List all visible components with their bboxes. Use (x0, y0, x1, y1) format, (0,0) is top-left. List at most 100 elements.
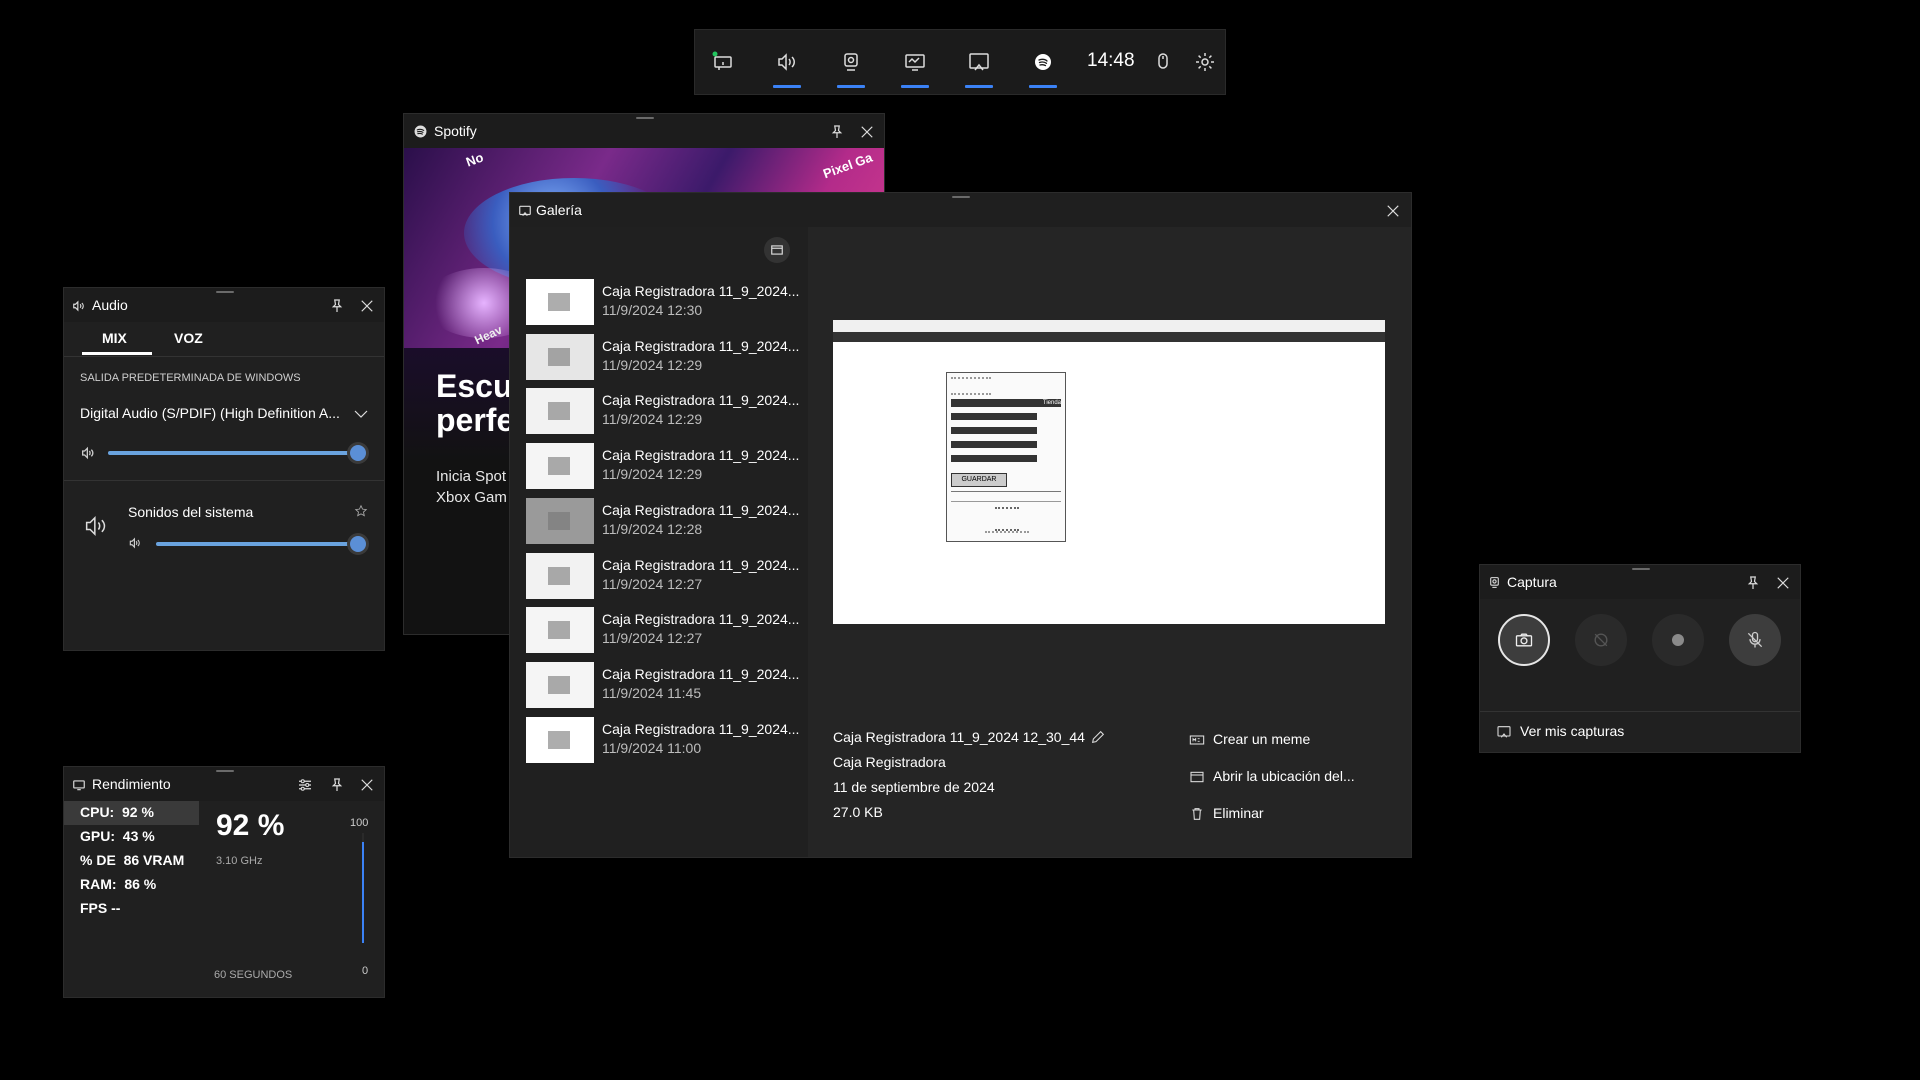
open-folder-button[interactable] (764, 237, 790, 263)
drag-handle[interactable] (636, 117, 654, 119)
gallery-detail-panel: Tienda GUARDAR Caja Registradora 11_9_20… (808, 227, 1411, 857)
stat-fps[interactable]: FPS -- (80, 900, 120, 916)
close-icon[interactable] (358, 776, 376, 794)
divider (64, 480, 384, 481)
favorite-star-icon[interactable] (354, 504, 368, 518)
gallery-item[interactable]: Caja Registradora 11_9_2024... 11/9/2024 … (526, 496, 799, 546)
active-indicator (1029, 85, 1057, 88)
stat-ram[interactable]: RAM: 86 % (80, 876, 156, 892)
master-volume-knob[interactable] (350, 445, 366, 461)
audio-widget-button[interactable] (767, 42, 807, 88)
cpu-frequency: 3.10 GHz (216, 855, 263, 867)
gallery-icon (1497, 726, 1511, 738)
gallery-item[interactable]: Caja Registradora 11_9_2024... 11/9/2024 … (526, 715, 799, 765)
preview-divider (951, 491, 1061, 492)
record-button[interactable] (1652, 614, 1704, 666)
tab-mix[interactable]: MIX (102, 330, 127, 346)
drag-handle[interactable] (952, 196, 970, 198)
divider (1480, 711, 1800, 712)
pin-icon[interactable] (328, 297, 346, 315)
mic-off-icon (1747, 631, 1763, 648)
delete-button[interactable]: Eliminar (1192, 805, 1264, 821)
gallery-item[interactable]: Caja Registradora 11_9_2024... 11/9/2024 … (526, 551, 799, 601)
gallery-thumbnail (526, 497, 594, 544)
pin-icon[interactable] (828, 123, 846, 141)
spotify-titlebar[interactable]: Spotify (404, 114, 884, 148)
preview-form: Tienda GUARDAR (946, 372, 1066, 542)
close-icon[interactable] (1384, 202, 1402, 220)
gallery-window: Galería Caja Registradora 11_9_2024... 11… (509, 192, 1412, 858)
stat-cpu[interactable]: CPU: 92 % (80, 804, 154, 820)
edit-pencil-icon[interactable] (1090, 729, 1106, 745)
options-icon[interactable] (296, 776, 314, 794)
graph-line (362, 841, 364, 943)
gallery-thumbnail (526, 552, 594, 599)
file-size: 27.0 KB (833, 804, 883, 820)
performance-widget-button[interactable] (895, 42, 935, 88)
record-last-button[interactable] (1575, 614, 1627, 666)
pin-icon[interactable] (328, 776, 346, 794)
open-location-button[interactable]: Abrir la ubicación del... (1190, 768, 1355, 784)
see-captures-link[interactable]: Ver mis capturas (1497, 723, 1624, 739)
divider (64, 356, 384, 357)
stat-gpu[interactable]: GPU: 43 % (80, 828, 155, 844)
gallery-item[interactable]: Caja Registradora 11_9_2024... 11/9/2024 … (526, 660, 799, 710)
action-label: Crear un meme (1213, 731, 1311, 747)
performance-widget: Rendimiento CPU: 92 % GPU: 43 % % DE 86 … (63, 766, 385, 998)
chevron-down-icon[interactable] (352, 405, 370, 423)
active-indicator (901, 85, 929, 88)
screenshot-button[interactable] (1498, 614, 1550, 666)
preview-totals (995, 507, 1019, 531)
spotify-widget-button[interactable] (1023, 42, 1063, 88)
gallery-item-date: 11/9/2024 12:29 (602, 356, 703, 373)
gallery-item[interactable]: Caja Registradora 11_9_2024... 11/9/2024 … (526, 386, 799, 436)
stat-vram[interactable]: % DE 86 VRAM (80, 852, 184, 868)
mic-toggle-button[interactable] (1729, 614, 1781, 666)
preview-field: Tienda (951, 399, 1061, 407)
action-label: Eliminar (1213, 805, 1264, 821)
drag-handle[interactable] (216, 770, 234, 772)
capture-titlebar[interactable]: Captura (1480, 565, 1800, 599)
performance-titlebar[interactable]: Rendimiento (64, 767, 384, 801)
widget-menu-button[interactable] (703, 42, 743, 82)
app-volume-knob[interactable] (350, 536, 366, 552)
master-volume-slider[interactable] (108, 451, 358, 455)
mouse-button[interactable] (1143, 42, 1183, 82)
gallery-item[interactable]: Caja Registradora 11_9_2024... 11/9/2024 … (526, 441, 799, 491)
settings-button[interactable] (1185, 42, 1225, 82)
widget-menu-icon (712, 51, 732, 70)
speaker-icon (85, 516, 106, 536)
screenshot-preview[interactable]: Tienda GUARDAR (833, 320, 1385, 624)
thumbnail-content (548, 457, 570, 476)
pin-icon[interactable] (1744, 574, 1762, 592)
app-volume-slider[interactable] (156, 542, 358, 546)
camera-icon (1515, 633, 1533, 647)
gallery-item[interactable]: Caja Registradora 11_9_2024... 11/9/2024 … (526, 605, 799, 655)
game-bar-top: 14:48 (694, 29, 1226, 95)
spotify-text: Inicia Spot Xbox Gam (436, 466, 507, 508)
stat-label: CPU: (80, 804, 115, 820)
audio-titlebar[interactable]: Audio (64, 288, 384, 322)
close-icon[interactable] (858, 123, 876, 141)
banner-text: Pixel Ga (820, 149, 875, 182)
drag-handle[interactable] (216, 291, 234, 293)
gallery-item[interactable]: Caja Registradora 11_9_2024... 11/9/2024 … (526, 332, 799, 382)
gallery-titlebar[interactable]: Galería (510, 193, 1411, 227)
gallery-item[interactable]: Caja Registradora 11_9_2024... 11/9/2024 … (526, 277, 799, 327)
performance-title: Rendimiento (92, 776, 171, 792)
close-icon[interactable] (1774, 574, 1792, 592)
create-meme-button[interactable]: Crear un meme (1189, 731, 1311, 747)
gallery-item-name: Caja Registradora 11_9_2024... (602, 392, 800, 409)
tab-voz[interactable]: VOZ (174, 330, 203, 346)
close-icon[interactable] (358, 297, 376, 315)
capture-widget-button[interactable] (831, 42, 871, 88)
gallery-item-name: Caja Registradora 11_9_2024... (602, 283, 800, 299)
audio-widget: Audio MIX VOZ SALIDA PREDETERMINADA DE W… (63, 287, 385, 651)
gallery-icon (519, 205, 531, 217)
output-device-select[interactable]: Digital Audio (S/PDIF) (High Definition … (80, 405, 340, 421)
gallery-item-name: Caja Registradora 11_9_2024... (602, 665, 800, 682)
active-indicator (965, 85, 993, 88)
gallery-widget-button[interactable] (959, 42, 999, 88)
drag-handle[interactable] (1632, 568, 1650, 570)
preview-field (951, 413, 1037, 420)
